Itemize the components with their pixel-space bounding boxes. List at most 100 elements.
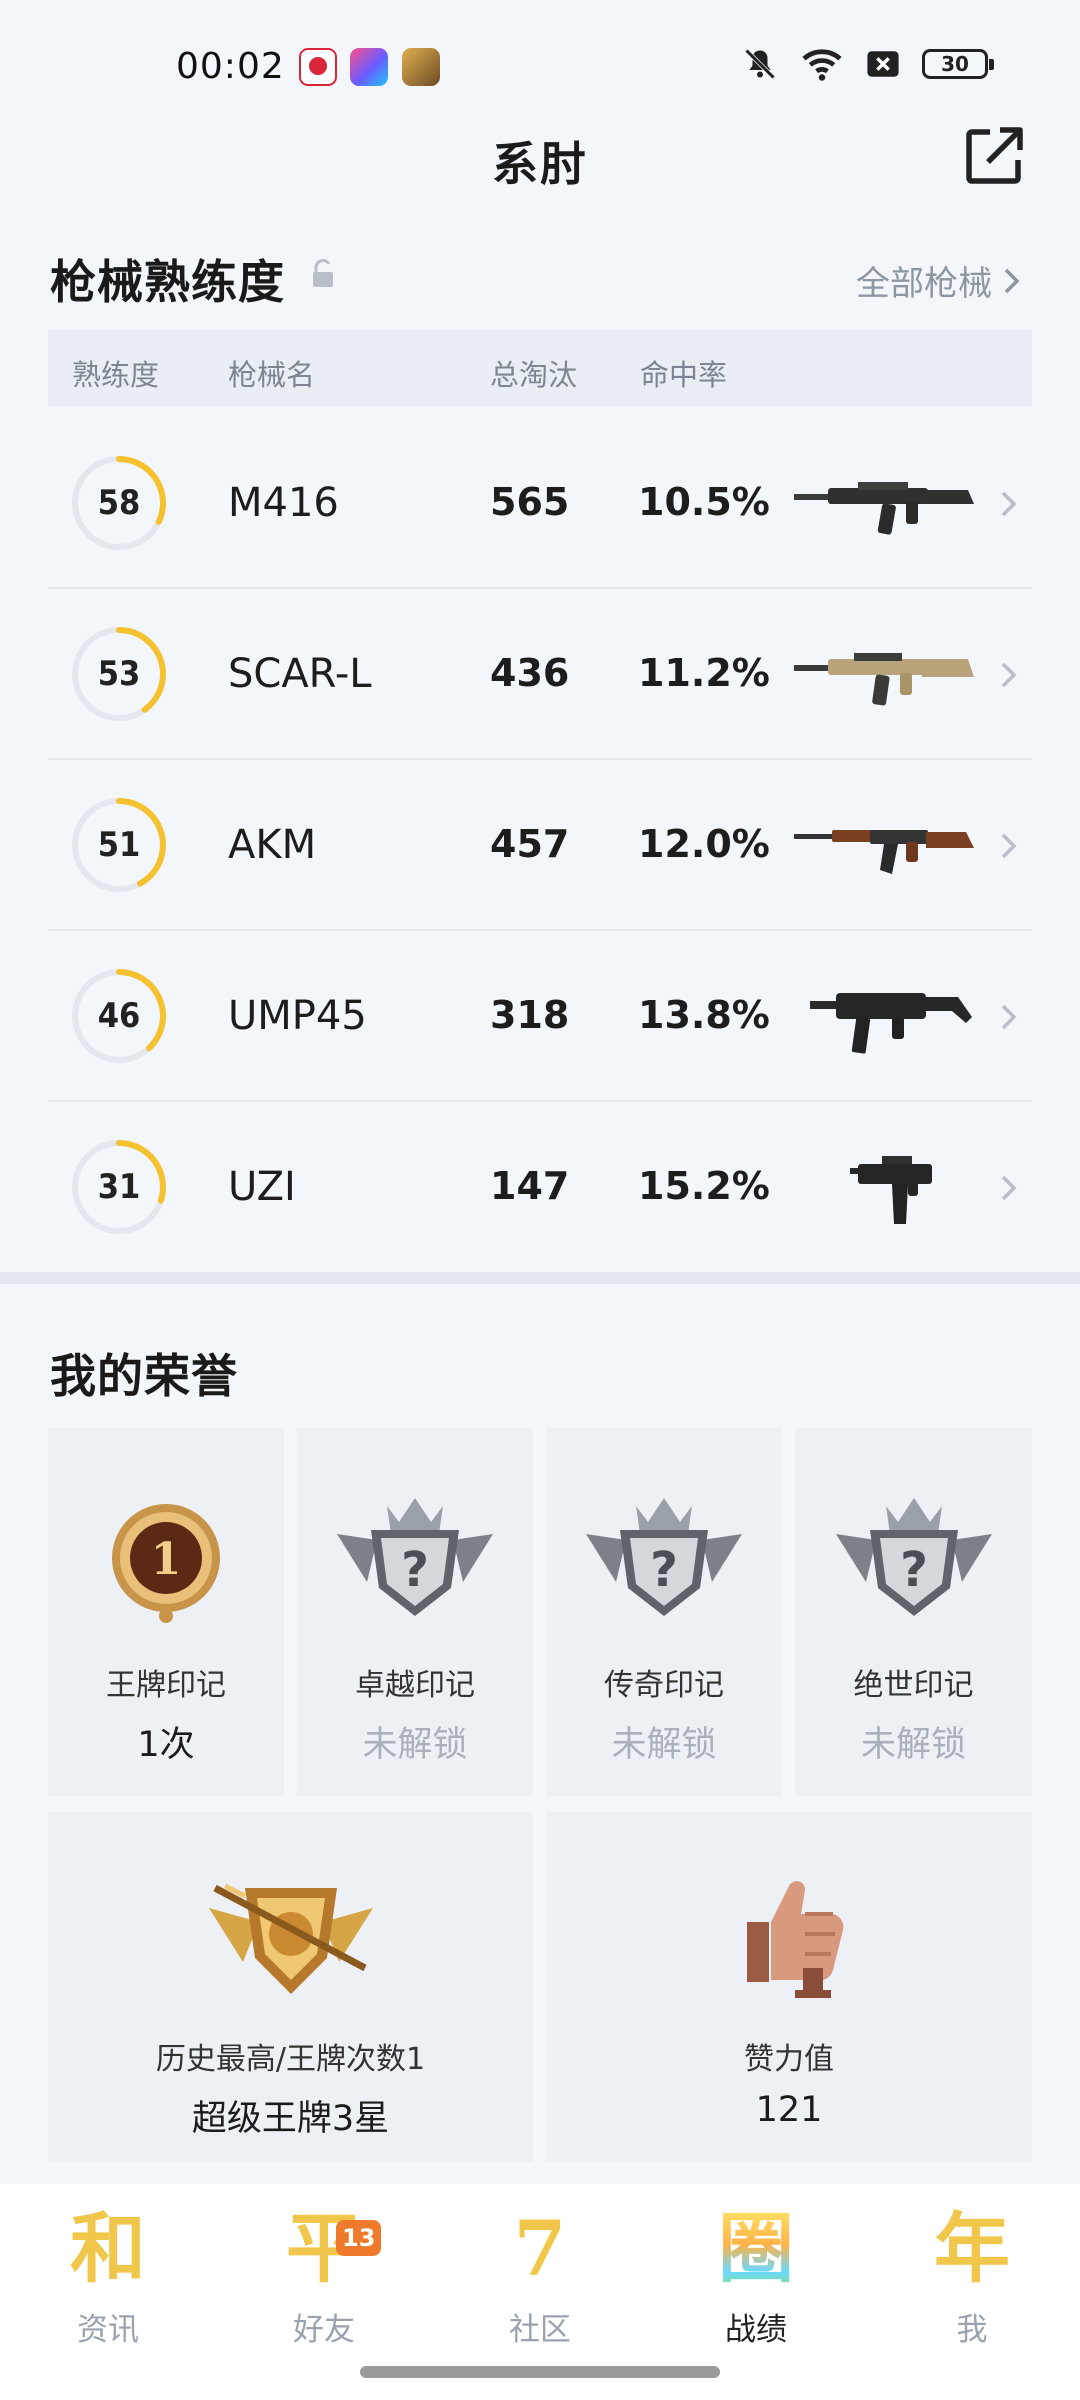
chevron-right-icon	[1001, 1175, 1017, 1201]
locked-crest-icon: ?	[337, 1498, 493, 1616]
weapon-name: UZI	[228, 1164, 296, 1210]
notification-badge: 13	[336, 2220, 382, 2256]
uzi-smg-image	[850, 1156, 932, 1224]
lock-icon[interactable]	[310, 258, 336, 290]
nav-record-icon: 圈	[676, 2204, 836, 2294]
nav-community-icon: 7	[513, 2204, 567, 2293]
nav-me-icon: 年	[934, 2204, 1010, 2293]
chevron-right-icon	[1001, 1004, 1017, 1030]
honors-title: 我的荣誉	[50, 1349, 238, 1403]
honor-value: 未解锁	[860, 1725, 966, 1765]
honor-card-highest-rank[interactable]: 历史最高/王牌次数1 超级王牌3星	[48, 1812, 533, 2162]
svg-text:?: ?	[650, 1542, 678, 1598]
mastery-level: 51	[97, 825, 141, 865]
chevron-right-icon	[1001, 833, 1017, 859]
nav-item-record[interactable]: 圈 战绩	[676, 2204, 836, 2349]
honor-value: 未解锁	[362, 1725, 468, 1765]
battery-icon: 30	[922, 49, 994, 79]
status-time: 00:02	[176, 46, 285, 87]
home-indicator[interactable]	[360, 2366, 720, 2378]
honor-card-peerless[interactable]: ? 绝世印记 未解锁	[795, 1428, 1032, 1796]
honor-label: 绝世印记	[853, 1668, 974, 1703]
honor-card-legend[interactable]: ? 传奇印记 未解锁	[546, 1428, 782, 1796]
weapon-mastery-title: 枪械熟练度	[50, 255, 285, 309]
svg-text:?: ?	[401, 1542, 429, 1598]
nav-label: 战绩	[725, 2312, 787, 2348]
weapon-name: SCAR-L	[228, 651, 372, 697]
weapon-row[interactable]: 46 UMP45 318 13.8%	[48, 931, 1032, 1102]
weapon-accuracy: 11.2%	[638, 651, 770, 695]
status-bar: 00:02 30	[0, 0, 1080, 130]
nav-news-icon: 和	[70, 2204, 146, 2293]
column-header-name: 枪械名	[228, 358, 316, 392]
bell-mute-icon	[744, 48, 776, 80]
weapon-row[interactable]: 51 AKM 457 12.0%	[48, 760, 1032, 931]
weapon-kills: 565	[490, 480, 570, 524]
honor-value: 121	[755, 2090, 823, 2130]
ace-medal-icon: 1	[112, 1504, 220, 1623]
status-icons: 30	[742, 46, 994, 82]
ump45-smg-image	[810, 993, 972, 1054]
all-weapons-label: 全部枪械	[856, 264, 992, 304]
honor-value: 未解锁	[611, 1725, 717, 1765]
weapon-kills: 147	[490, 1164, 570, 1208]
honor-label: 卓越印记	[355, 1668, 475, 1703]
page-title: 系肘	[492, 137, 588, 191]
nav-label: 我	[956, 2312, 988, 2348]
app-icon-3	[402, 48, 440, 86]
chevron-right-icon	[1001, 662, 1017, 688]
nav-label: 社区	[509, 2312, 571, 2348]
weapon-accuracy: 12.0%	[638, 822, 770, 866]
mastery-level: 53	[97, 654, 141, 694]
chevron-right-icon	[1001, 491, 1017, 517]
honor-label: 传奇印记	[604, 1668, 724, 1703]
nav-label: 资讯	[77, 2312, 139, 2348]
weapon-kills: 436	[490, 651, 570, 695]
column-header-level: 熟练度	[72, 358, 160, 392]
all-weapons-link[interactable]: 全部枪械	[856, 256, 1022, 305]
weapon-kills: 318	[490, 993, 570, 1037]
honor-card-ace[interactable]: 1 王牌印记 1次	[48, 1428, 284, 1796]
weapon-accuracy: 15.2%	[638, 1164, 770, 1208]
app-icon-1	[299, 48, 337, 86]
mastery-level: 31	[97, 1167, 141, 1207]
honor-label: 赞力值	[744, 2042, 834, 2077]
nav-item-friends[interactable]: 平 13 好友	[244, 2204, 404, 2349]
weapon-name: AKM	[228, 822, 317, 868]
weapon-row[interactable]: 31 UZI 147 15.2%	[48, 1102, 1032, 1273]
weapon-name: M416	[228, 480, 339, 526]
nav-item-community[interactable]: 7 社区	[460, 2204, 620, 2349]
weapon-accuracy: 10.5%	[638, 480, 770, 524]
column-header-accuracy: 命中率	[640, 358, 728, 392]
weapon-kills: 457	[490, 822, 570, 866]
weapon-name: UMP45	[228, 993, 367, 1039]
app-icon-2	[350, 48, 388, 86]
mastery-level: 58	[97, 483, 141, 523]
locked-crest-icon: ?	[835, 1498, 992, 1616]
honor-card-excellent[interactable]: ? 卓越印记 未解锁	[297, 1428, 533, 1796]
nav-label: 好友	[293, 2312, 355, 2348]
thumbs-up-icon	[747, 1881, 844, 1998]
chevron-right-icon	[1004, 268, 1020, 293]
ace-rank-emblem-icon	[208, 1883, 373, 1994]
akm-rifle-image	[794, 830, 974, 874]
honor-value: 1次	[137, 1725, 195, 1765]
locked-crest-icon: ?	[586, 1498, 742, 1616]
weapon-table-header: 熟练度 枪械名 总淘汰 命中率	[48, 330, 1032, 406]
wifi-icon	[802, 49, 842, 81]
weapon-row[interactable]: 58 M416 565 10.5%	[48, 418, 1032, 589]
honor-label: 王牌印记	[106, 1668, 226, 1703]
weapon-accuracy: 13.8%	[638, 993, 770, 1037]
svg-text:?: ?	[900, 1542, 928, 1598]
nav-item-news[interactable]: 和 资讯	[28, 2204, 188, 2349]
svg-text:1: 1	[151, 1534, 182, 1585]
nav-item-me[interactable]: 年 我	[892, 2204, 1052, 2349]
weapon-row[interactable]: 53 SCAR-L 436 11.2%	[48, 589, 1032, 760]
mastery-level: 46	[97, 996, 141, 1036]
column-header-kills: 总淘汰	[490, 358, 578, 392]
honor-label: 历史最高/王牌次数1	[155, 2042, 426, 2077]
honor-value: 超级王牌3星	[191, 2099, 390, 2139]
no-sim-icon	[867, 51, 899, 77]
honor-card-likes[interactable]: 赞力值 121	[546, 1812, 1032, 2162]
share-external-icon[interactable]	[962, 124, 1026, 188]
